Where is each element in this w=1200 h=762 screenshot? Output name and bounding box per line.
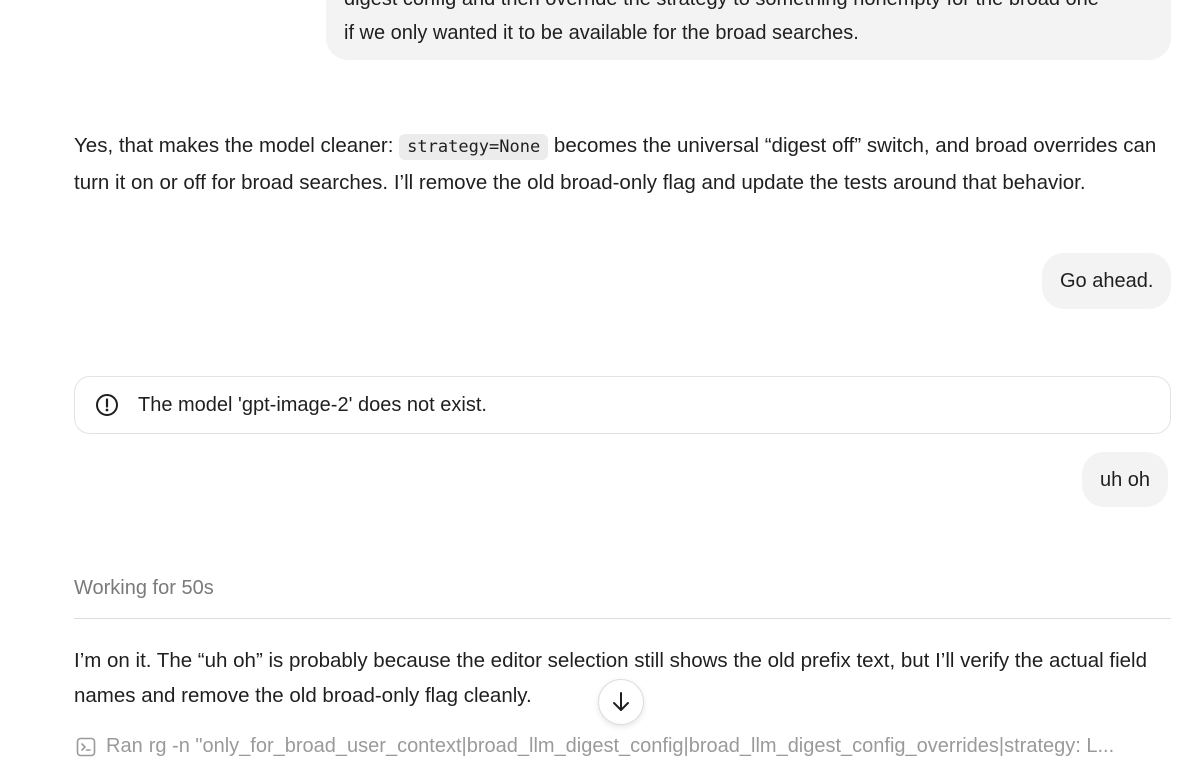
user-message-bubble: digest config and then override the stra… [326, 0, 1171, 60]
inline-code: strategy=None [399, 134, 549, 160]
assistant-message: Yes, that makes the model cleaner: strat… [74, 128, 1184, 200]
arrow-down-icon [609, 690, 633, 714]
user-message-text: uh oh [1100, 468, 1151, 491]
assistant-text: Yes, that makes the model cleaner: [74, 134, 400, 157]
scroll-to-bottom-button[interactable] [598, 679, 644, 725]
alert-circle-icon [95, 393, 119, 417]
error-banner: The model 'gpt-image-2' does not exist. [74, 376, 1171, 434]
working-status[interactable]: Working for 50s [74, 577, 214, 600]
user-message-text: Go ahead. [1060, 270, 1154, 292]
error-message: The model 'gpt-image-2' does not exist. [138, 393, 487, 416]
user-message-bubble: uh oh [1082, 452, 1169, 507]
divider [74, 618, 1171, 619]
command-text[interactable]: rg -n "only_for_broad_user_context|broad… [149, 735, 1114, 758]
terminal-icon [76, 737, 96, 757]
user-message-line: digest config and then override the stra… [344, 0, 1153, 16]
command-prefix: Ran [106, 735, 143, 757]
chat-page: digest config and then override the stra… [0, 0, 1200, 762]
user-message-bubble: Go ahead. [1042, 253, 1172, 309]
user-message-line: if we only wanted it to be available for… [344, 22, 859, 44]
command-run-item[interactable]: Ran rg -n "only_for_broad_user_context|b… [76, 735, 1166, 758]
